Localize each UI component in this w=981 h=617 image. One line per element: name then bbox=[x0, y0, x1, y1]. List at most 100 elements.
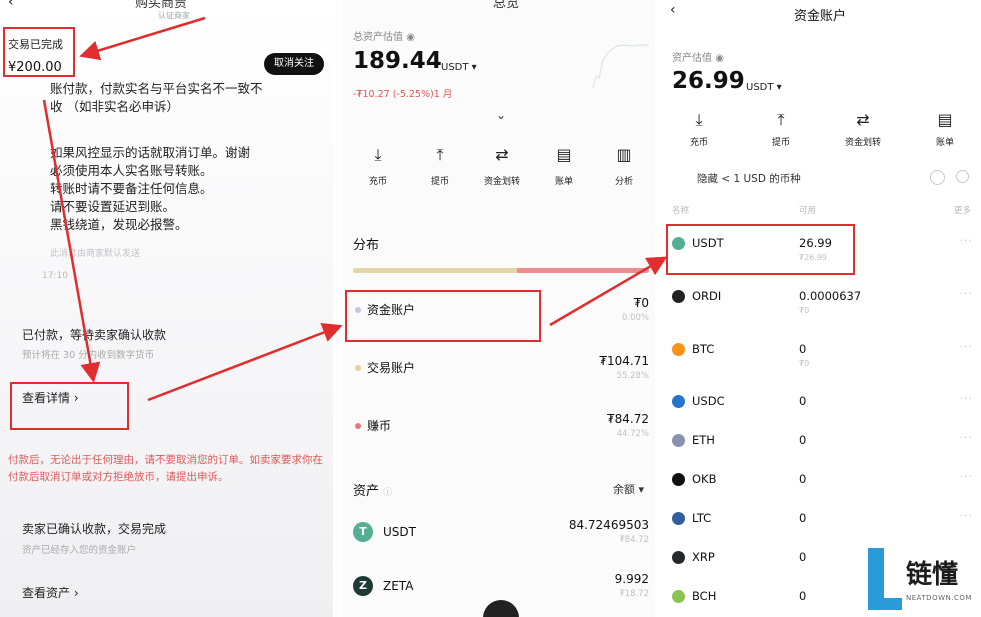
view-assets-link[interactable]: 查看资产 › bbox=[22, 584, 79, 601]
warning-text: 付款后，无论出于任何理由，请不要取消您的订单。如卖家要求你在付款后取消订单或对方… bbox=[8, 454, 323, 483]
distribution-segment-trading bbox=[353, 268, 517, 273]
usdc-icon bbox=[672, 395, 685, 408]
watermark-logo: 链懂 NEATDOWN.COM bbox=[862, 548, 981, 617]
eye-icon[interactable]: ◉ bbox=[406, 32, 415, 43]
coin-symbol: BCH bbox=[692, 589, 717, 603]
asset-symbol: USDT bbox=[383, 525, 416, 539]
action-label: 充币 bbox=[368, 177, 387, 187]
search-icon[interactable] bbox=[956, 170, 969, 183]
action-label: 提币 bbox=[430, 177, 449, 187]
more-options-icon[interactable]: ··· bbox=[960, 340, 974, 353]
deposit-icon: ⤓ bbox=[374, 145, 382, 164]
account-name: 交易账户 bbox=[367, 361, 416, 375]
action-transfer[interactable]: ⇄ 资金划转 bbox=[477, 146, 527, 188]
more-options-icon[interactable]: ··· bbox=[960, 509, 974, 522]
logo-text: 链懂 bbox=[906, 560, 959, 590]
action-withdraw[interactable]: ⤒ 提币 bbox=[756, 110, 806, 149]
coin-available: 0 bbox=[799, 511, 807, 525]
action-label: 分析 bbox=[614, 177, 633, 187]
column-header-available: 可用 bbox=[799, 206, 817, 216]
action-deposit[interactable]: ⤓ 充币 bbox=[674, 111, 724, 149]
auto-sent-note: 此消息由商家默认发送 bbox=[50, 249, 141, 259]
distribution-title: 分布 bbox=[353, 238, 380, 253]
account-value: ₮0 bbox=[633, 296, 649, 310]
coin-available: 0 bbox=[799, 550, 807, 564]
coin-symbol: LTC bbox=[692, 511, 712, 525]
action-withdraw[interactable]: ⤒ 提币 bbox=[415, 145, 465, 188]
more-options-icon[interactable]: ··· bbox=[960, 431, 974, 444]
more-options-icon[interactable]: ··· bbox=[960, 287, 974, 300]
coin-row[interactable]: ETH 0 ··· bbox=[662, 431, 981, 463]
account-dot bbox=[355, 423, 361, 429]
coin-symbol: USDC bbox=[692, 394, 725, 408]
currency-selector[interactable]: USDT ▾ bbox=[441, 62, 477, 73]
distribution-segment-earn bbox=[516, 268, 649, 273]
page-title: 资金账户 bbox=[794, 9, 847, 24]
stored-note: 资产已经存入您的资金账户 bbox=[22, 545, 137, 556]
withdraw-icon: ⤒ bbox=[777, 110, 785, 129]
coin-row[interactable]: ORDI 0.0000637 ₮0 ··· bbox=[662, 287, 981, 319]
withdraw-icon: ⤒ bbox=[436, 145, 444, 164]
logo-mark-foot bbox=[868, 598, 902, 610]
analysis-icon: ▥ bbox=[616, 145, 632, 164]
back-arrow-icon[interactable]: ‹ bbox=[670, 2, 676, 18]
asset-fiat: ₮84.72 bbox=[619, 535, 649, 545]
merchant-message: 账付款，付款实名与平台实名不一致不 收 （如非实名必申诉） bbox=[50, 80, 300, 116]
coin-row[interactable]: USDC 0 ··· bbox=[662, 392, 981, 424]
account-row[interactable]: 交易账户 ₮104.71 55.28% bbox=[343, 354, 655, 388]
message-line: 必须使用本人实名账号转账。 bbox=[50, 163, 213, 178]
refresh-icon[interactable] bbox=[930, 170, 945, 185]
paid-status: 已付款，等待卖家确认收款 bbox=[22, 328, 167, 342]
details-highlight-box bbox=[10, 382, 129, 430]
xrp-icon bbox=[672, 551, 685, 564]
asset-amount: 84.72469503 bbox=[568, 518, 649, 532]
unfollow-button[interactable]: 取消关注 bbox=[264, 53, 324, 75]
asset-fiat: ₮18.72 bbox=[619, 589, 649, 599]
usdt-highlight-box bbox=[666, 224, 855, 275]
coin-fiat: ₮0 bbox=[799, 306, 810, 315]
asset-row[interactable]: T USDT 84.72469503 ₮84.72 bbox=[343, 518, 655, 552]
action-analysis[interactable]: ▥ 分析 bbox=[599, 145, 649, 188]
account-row[interactable]: 赚币 ₮84.72 44.72% bbox=[343, 412, 655, 446]
more-options-icon[interactable]: ··· bbox=[960, 234, 974, 247]
ordi-icon bbox=[672, 290, 685, 303]
balance-sort-selector[interactable]: 余额 ▾ bbox=[613, 481, 644, 497]
estimate-value: 26.99 bbox=[672, 68, 745, 94]
action-deposit[interactable]: ⤓ 充币 bbox=[353, 145, 403, 188]
total-estimate-label: 总资产估值 ◉ bbox=[353, 32, 415, 43]
coin-row[interactable]: LTC 0 ··· bbox=[662, 509, 981, 541]
more-options-icon[interactable]: ··· bbox=[960, 470, 974, 483]
coin-row[interactable]: BTC 0 ₮0 ··· bbox=[662, 340, 981, 372]
merchant-message-rules: 如果风控显示的话就取消订单。谢谢 必须使用本人实名账号转账。 转账时请不要备注任… bbox=[50, 144, 300, 234]
chevron-right-icon: › bbox=[73, 586, 79, 600]
change-text: -₮10.27 (-5.25%)1 月 bbox=[353, 89, 453, 100]
currency-selector[interactable]: USDT ▾ bbox=[746, 82, 782, 93]
message-line: 如果风控显示的话就取消订单。谢谢 bbox=[50, 145, 251, 160]
column-header-name: 名称 bbox=[672, 206, 690, 216]
account-percent: 44.72% bbox=[616, 429, 649, 439]
okb-icon bbox=[672, 473, 685, 486]
more-options-icon[interactable]: ··· bbox=[960, 392, 974, 405]
hide-small-balances-toggle[interactable]: 隐藏 < 1 USD 的币种 bbox=[697, 171, 801, 186]
bill-icon: ▤ bbox=[556, 145, 572, 164]
asset-amount: 9.992 bbox=[614, 572, 649, 586]
account-percent: 0.00% bbox=[621, 313, 649, 323]
caret-down-icon: ▾ bbox=[471, 62, 477, 73]
action-bill[interactable]: ▤ 账单 bbox=[539, 145, 589, 188]
expand-chevron-icon[interactable]: ⌄ bbox=[496, 108, 506, 122]
message-line: 收 （如非实名必申诉） bbox=[50, 99, 179, 114]
zeta-icon: Z bbox=[353, 576, 373, 596]
back-arrow-icon[interactable]: ‹ bbox=[8, 0, 14, 10]
account-name: 赚币 bbox=[367, 419, 392, 433]
transfer-icon: ⇄ bbox=[856, 110, 870, 129]
eye-icon[interactable]: ◉ bbox=[715, 53, 724, 64]
usdt-icon: T bbox=[353, 522, 373, 542]
trade-detail-panel: ‹ 购买商贾 认证商家 交易已完成 ¥200.00 取消关注 账付款，付款实名与… bbox=[0, 0, 333, 617]
info-icon[interactable]: ⓘ bbox=[383, 488, 392, 498]
account-value: ₮104.71 bbox=[599, 354, 649, 368]
action-bill[interactable]: ▤ 账单 bbox=[920, 111, 970, 149]
message-line: 黑钱绕道，发现必报警。 bbox=[50, 217, 188, 232]
coin-row[interactable]: OKB 0 ··· bbox=[662, 470, 981, 502]
coin-symbol: ETH bbox=[692, 433, 715, 447]
action-transfer[interactable]: ⇄ 资金划转 bbox=[838, 110, 888, 149]
